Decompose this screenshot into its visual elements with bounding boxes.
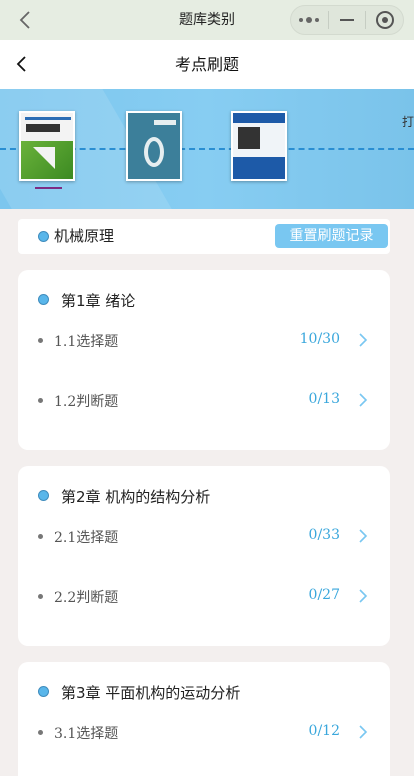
chapter-dot-icon bbox=[38, 490, 49, 501]
bullet-icon bbox=[38, 594, 43, 599]
question-set-progress: 0/27 bbox=[308, 587, 340, 603]
question-set-progress: 10/30 bbox=[299, 331, 340, 347]
wechat-nav-bar: 题库类别 bbox=[0, 0, 414, 40]
minimize-button[interactable] bbox=[329, 6, 366, 34]
chevron-right-icon bbox=[359, 725, 368, 739]
bullet-icon bbox=[38, 398, 43, 403]
chapter-card: 第2章 机构的结构分析 2.1选择题 0/33 2.2判断题 0/27 bbox=[18, 466, 390, 646]
question-set-item[interactable]: 2.2判断题 0/27 bbox=[18, 576, 390, 616]
page-header: 考点刷题 bbox=[0, 40, 414, 89]
wechat-capsule bbox=[290, 5, 404, 35]
question-set-item[interactable]: 1.2判断题 0/13 bbox=[18, 380, 390, 420]
chevron-right-icon bbox=[359, 589, 368, 603]
page-title: 考点刷题 bbox=[174, 55, 239, 74]
question-set-label: 2.2判断题 bbox=[54, 590, 119, 606]
question-set-progress: 0/12 bbox=[308, 723, 340, 739]
course-name: 机械原理 bbox=[54, 227, 115, 245]
book-cover-mechanical-principles[interactable] bbox=[19, 111, 75, 181]
more-button[interactable] bbox=[291, 6, 328, 34]
chevron-right-icon bbox=[359, 333, 368, 347]
course-dot-icon bbox=[38, 231, 49, 242]
chapter-card: 第3章 平面机构的运动分析 3.1选择题 0/12 bbox=[18, 662, 390, 776]
question-set-item[interactable]: 3.1选择题 0/12 bbox=[18, 712, 390, 752]
question-set-item[interactable]: 1.1选择题 10/30 bbox=[18, 320, 390, 360]
chapter-dot-icon bbox=[38, 686, 49, 697]
course-row: 机械原理 重置刷题记录 bbox=[18, 219, 390, 254]
question-set-label: 1.1选择题 bbox=[54, 334, 119, 350]
chevron-right-icon bbox=[359, 393, 368, 407]
question-set-progress: 0/33 bbox=[308, 527, 340, 543]
book-cover-2[interactable] bbox=[126, 111, 182, 181]
chapter-card: 第1章 绪论 1.1选择题 10/30 1.2判断题 0/13 bbox=[18, 270, 390, 450]
question-set-label: 1.2判断题 bbox=[54, 394, 119, 410]
minimize-icon bbox=[340, 19, 354, 21]
chapter-title: 第3章 平面机构的运动分析 bbox=[61, 684, 241, 702]
selected-book-indicator bbox=[35, 187, 62, 189]
question-set-label: 2.1选择题 bbox=[54, 530, 119, 546]
bullet-icon bbox=[38, 338, 43, 343]
question-set-label: 3.1选择题 bbox=[54, 726, 119, 742]
book-cover-3[interactable] bbox=[231, 111, 287, 181]
chapter-title: 第1章 绪论 bbox=[61, 292, 136, 310]
close-miniprogram-button[interactable] bbox=[366, 6, 403, 34]
question-set-progress: 0/13 bbox=[308, 391, 340, 407]
question-set-item[interactable]: 2.1选择题 0/33 bbox=[18, 516, 390, 556]
target-icon bbox=[375, 11, 394, 29]
bullet-icon bbox=[38, 534, 43, 539]
more-dots-icon bbox=[299, 17, 320, 23]
book-banner: 打 bbox=[0, 89, 414, 209]
reset-records-button[interactable]: 重置刷题记录 bbox=[275, 224, 388, 248]
chevron-right-icon bbox=[359, 529, 368, 543]
chapter-dot-icon bbox=[38, 294, 49, 305]
banner-edge-text: 打 bbox=[401, 115, 414, 129]
bullet-icon bbox=[38, 730, 43, 735]
chapter-title: 第2章 机构的结构分析 bbox=[61, 488, 211, 506]
